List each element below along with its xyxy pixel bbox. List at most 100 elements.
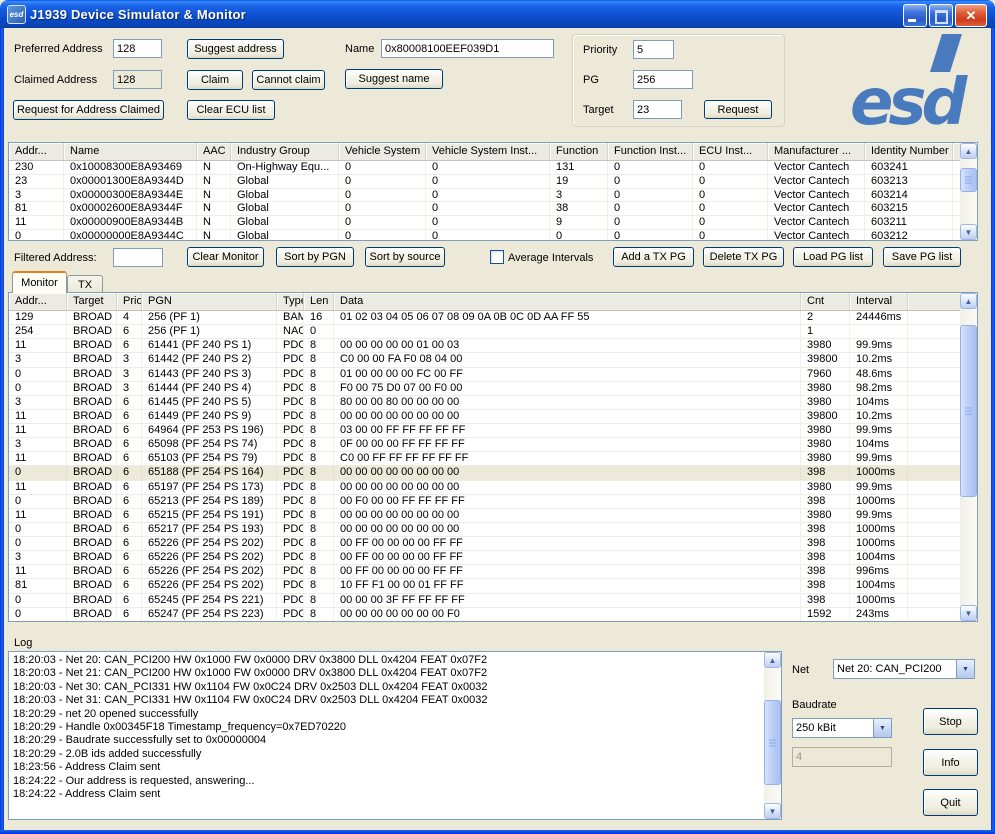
suggest-address-button[interactable]: Suggest address	[187, 39, 284, 59]
table-row[interactable]: 110x00000900E8A9344BNGlobal00900Vector C…	[9, 216, 977, 230]
table-row[interactable]: 81BROAD665226 (PF 254 PS 202)PDO810 FF F…	[9, 579, 977, 593]
column-header[interactable]: Name	[64, 143, 197, 160]
baudrate-select-value: 250 kBit	[793, 722, 873, 734]
table-cell: 1000ms	[850, 537, 908, 550]
close-button[interactable]: ✕	[955, 4, 987, 27]
table-row[interactable]: 810x00002600E8A9344FNGlobal003800Vector …	[9, 202, 977, 216]
average-intervals-checkbox[interactable]	[490, 250, 504, 264]
table-row[interactable]: 00x00000000E8A9344CNGlobal00000Vector Ca…	[9, 230, 977, 241]
table-row[interactable]: 11BROAD664964 (PF 253 PS 196)PDO803 00 0…	[9, 424, 977, 438]
column-header[interactable]: Addr...	[9, 293, 67, 310]
target-input[interactable]	[633, 100, 682, 119]
table-row[interactable]: 254BROAD6256 (PF 1)NACK01	[9, 325, 977, 339]
log-box[interactable]: 18:20:03 - Net 20: CAN_PCI200 HW 0x1000 …	[8, 651, 782, 820]
scroll-up-icon[interactable]: ▲	[960, 293, 977, 309]
add-tx-pg-button[interactable]: Add a TX PG	[613, 247, 694, 267]
monitor-table-scrollbar[interactable]: ▲ ▼	[960, 293, 977, 621]
save-pg-list-button[interactable]: Save PG list	[883, 247, 961, 267]
name-input[interactable]	[381, 39, 554, 58]
table-row[interactable]: 11BROAD665197 (PF 254 PS 173)PDO800 00 0…	[9, 481, 977, 495]
table-row[interactable]: 0BROAD665188 (PF 254 PS 164)PDO800 00 00…	[9, 466, 977, 480]
net-select[interactable]: Net 20: CAN_PCI200 ▼	[833, 659, 975, 679]
table-row[interactable]: 0BROAD665213 (PF 254 PS 189)PDO800 F0 00…	[9, 495, 977, 509]
table-row[interactable]: 11BROAD665215 (PF 254 PS 191)PDO800 00 0…	[9, 509, 977, 523]
claim-button[interactable]: Claim	[187, 70, 243, 90]
table-row[interactable]: 11BROAD661441 (PF 240 PS 1)PDO800 00 00 …	[9, 339, 977, 353]
table-row[interactable]: 0BROAD665247 (PF 254 PS 223)PDO800 00 00…	[9, 608, 977, 622]
info-button[interactable]: Info	[923, 749, 978, 776]
column-header[interactable]: Industry Group	[231, 143, 339, 160]
table-cell: PDO	[277, 565, 304, 578]
column-header[interactable]: Function	[550, 143, 608, 160]
preferred-address-input[interactable]	[113, 39, 162, 58]
chevron-down-icon[interactable]: ▼	[956, 660, 974, 678]
table-cell: PDO	[277, 353, 304, 366]
table-row[interactable]: 30x00000300E8A9344ENGlobal00300Vector Ca…	[9, 189, 977, 203]
tab-tx[interactable]: TX	[67, 275, 103, 293]
scroll-up-icon[interactable]: ▲	[764, 652, 781, 668]
log-scrollbar[interactable]: ▲ ▼	[764, 652, 781, 819]
table-row[interactable]: 0BROAD665217 (PF 254 PS 193)PDO800 00 00…	[9, 523, 977, 537]
column-header[interactable]: Interval	[850, 293, 908, 310]
column-header[interactable]: Identity Number	[865, 143, 953, 160]
column-header[interactable]: Type	[277, 293, 304, 310]
minimize-button[interactable]	[903, 4, 927, 27]
scroll-down-icon[interactable]: ▼	[960, 605, 977, 621]
column-header[interactable]: Vehicle System Inst...	[426, 143, 550, 160]
scroll-down-icon[interactable]: ▼	[764, 803, 781, 819]
table-row[interactable]: 0BROAD665226 (PF 254 PS 202)PDO800 FF 00…	[9, 537, 977, 551]
column-header[interactable]: Manufacturer ...	[768, 143, 865, 160]
column-header[interactable]: Prio	[117, 293, 142, 310]
table-cell: 24446ms	[850, 311, 908, 324]
table-row[interactable]: 11BROAD661449 (PF 240 PS 9)PDO800 00 00 …	[9, 410, 977, 424]
load-pg-list-button[interactable]: Load PG list	[793, 247, 873, 267]
table-row[interactable]: 129BROAD4256 (PF 1)BAM1601 02 03 04 05 0…	[9, 311, 977, 325]
column-header[interactable]: Target	[67, 293, 117, 310]
delete-tx-pg-button[interactable]: Delete TX PG	[703, 247, 784, 267]
suggest-name-button[interactable]: Suggest name	[345, 69, 443, 89]
column-header[interactable]: Function Inst...	[608, 143, 693, 160]
priority-input[interactable]	[633, 40, 674, 59]
table-row[interactable]: 3BROAD661445 (PF 240 PS 5)PDO880 00 00 8…	[9, 396, 977, 410]
table-row[interactable]: 0BROAD361444 (PF 240 PS 4)PDO8F0 00 75 D…	[9, 382, 977, 396]
scrollbar-thumb[interactable]	[764, 700, 781, 785]
scroll-up-icon[interactable]: ▲	[960, 143, 977, 159]
sort-by-source-button[interactable]: Sort by source	[365, 247, 445, 267]
ecu-table-scrollbar[interactable]: ▲ ▼	[960, 143, 977, 240]
scrollbar-thumb[interactable]	[960, 168, 977, 192]
scrollbar-thumb[interactable]	[960, 325, 977, 497]
table-row[interactable]: 3BROAD665226 (PF 254 PS 202)PDO800 FF 00…	[9, 551, 977, 565]
stop-button[interactable]: Stop	[923, 708, 978, 735]
filtered-address-input[interactable]	[113, 248, 163, 267]
request-button[interactable]: Request	[704, 100, 772, 119]
column-header[interactable]: ECU Inst...	[693, 143, 768, 160]
table-row[interactable]: 11BROAD665103 (PF 254 PS 79)PDO8C0 00 FF…	[9, 452, 977, 466]
column-header[interactable]: Len	[304, 293, 334, 310]
clear-ecu-list-button[interactable]: Clear ECU list	[187, 100, 275, 120]
tab-monitor[interactable]: Monitor	[12, 271, 67, 293]
quit-button[interactable]: Quit	[923, 789, 978, 816]
table-row[interactable]: 3BROAD361442 (PF 240 PS 2)PDO8C0 00 00 F…	[9, 353, 977, 367]
chevron-down-icon[interactable]: ▼	[873, 719, 891, 737]
table-row[interactable]: 11BROAD665226 (PF 254 PS 202)PDO800 FF 0…	[9, 565, 977, 579]
scroll-down-icon[interactable]: ▼	[960, 224, 977, 240]
table-row[interactable]: 2300x10008300E8A93469NOn-Highway Equ...0…	[9, 161, 977, 175]
column-header[interactable]: Cnt	[801, 293, 850, 310]
table-row[interactable]: 230x00001300E8A9344DNGlobal001900Vector …	[9, 175, 977, 189]
table-row[interactable]: 0BROAD665245 (PF 254 PS 221)PDO800 00 00…	[9, 594, 977, 608]
table-row[interactable]: 3BROAD665098 (PF 254 PS 74)PDO80F 00 00 …	[9, 438, 977, 452]
table-row[interactable]: 0BROAD361443 (PF 240 PS 3)PDO801 00 00 0…	[9, 368, 977, 382]
table-cell: 104ms	[850, 438, 908, 451]
pg-input[interactable]	[633, 70, 693, 89]
sort-by-pgn-button[interactable]: Sort by PGN	[276, 247, 354, 267]
baudrate-select[interactable]: 250 kBit ▼	[792, 718, 892, 738]
cannot-claim-button[interactable]: Cannot claim	[252, 70, 325, 90]
clear-monitor-button[interactable]: Clear Monitor	[187, 247, 264, 267]
column-header[interactable]: Vehicle System	[339, 143, 426, 160]
column-header[interactable]: Data	[334, 293, 801, 310]
column-header[interactable]: AAC	[197, 143, 231, 160]
request-address-claimed-button[interactable]: Request for Address Claimed	[13, 100, 164, 120]
column-header[interactable]: PGN	[142, 293, 277, 310]
maximize-button[interactable]	[929, 4, 953, 27]
column-header[interactable]: Addr...	[9, 143, 64, 160]
